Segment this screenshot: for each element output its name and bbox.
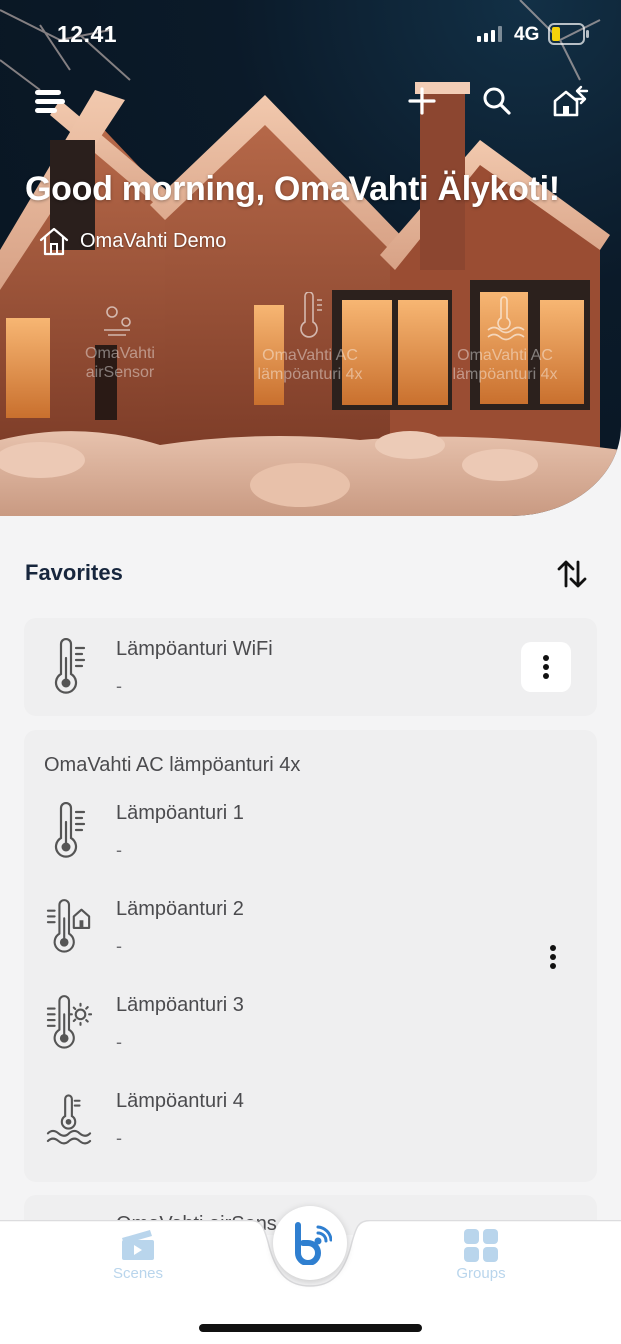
sort-icon[interactable] <box>554 558 590 590</box>
signal-icon <box>477 26 503 47</box>
favorites-title: Favorites <box>25 560 123 585</box>
groups-icon <box>464 1229 498 1262</box>
favorite-group-card[interactable]: OmaVahti AC lämpöanturi 4x Lämpöanturi 1… <box>24 730 597 1182</box>
home-switch-icon[interactable] <box>550 84 590 118</box>
thermometer-house-icon <box>46 898 92 954</box>
house-photo <box>0 0 621 516</box>
hero-banner: 12.41 4G Good morning, OmaVahti Älykoti!… <box>0 0 621 516</box>
overlay-sensor-airsensor[interactable]: OmaVahti airSensor <box>60 300 180 382</box>
overlay-sensor-label: OmaVahti AC lämpöanturi 4x <box>452 347 558 383</box>
sensor-value: - <box>116 1032 122 1052</box>
status-bar: 12.41 4G <box>0 0 621 70</box>
nav-groups[interactable]: Groups <box>421 1228 541 1282</box>
sensor-name: Lämpöanturi 4 <box>116 1090 244 1112</box>
home-name: OmaVahti Demo <box>80 229 227 252</box>
more-vertical-icon <box>543 655 549 679</box>
search-icon[interactable] <box>477 84 517 118</box>
battery-icon <box>548 23 590 50</box>
greeting-title: Good morning, OmaVahti Älykoti! <box>25 170 560 208</box>
sensor-name: Lämpöanturi 2 <box>116 898 244 920</box>
group-title: OmaVahti AC lämpöanturi 4x <box>44 754 301 776</box>
app-logo-icon <box>295 1222 332 1265</box>
air-sensor-icon <box>104 306 131 336</box>
home-selector[interactable]: OmaVahti Demo <box>38 225 226 257</box>
sensor-value: - <box>116 1128 122 1148</box>
thermometer-water-icon <box>487 296 525 341</box>
overlay-sensor-label: OmaVahti AC lämpöanturi 4x <box>257 347 363 383</box>
nav-scenes[interactable]: Scenes <box>78 1228 198 1282</box>
overlay-sensor-ac-2[interactable]: OmaVahti AC lämpöanturi 4x <box>440 296 570 384</box>
status-time: 12.41 <box>57 21 118 47</box>
more-options-button[interactable] <box>540 940 566 974</box>
thermometer-sun-icon <box>46 994 92 1050</box>
sensor-value: - <box>116 936 122 956</box>
overlay-sensor-label: OmaVahti airSensor <box>85 345 155 381</box>
thermometer-icon <box>46 638 92 694</box>
sensor-name: Lämpöanturi 1 <box>116 802 244 824</box>
thermometer-water-icon <box>46 1090 92 1146</box>
thermometer-icon <box>300 292 322 338</box>
home-indicator[interactable] <box>199 1324 422 1332</box>
more-options-button[interactable] <box>521 642 571 692</box>
thermometer-icon <box>46 802 92 858</box>
sensor-name: Lämpöanturi 3 <box>116 994 244 1016</box>
nav-scenes-label: Scenes <box>112 1265 164 1282</box>
home-hub-button[interactable] <box>273 1206 347 1280</box>
menu-icon[interactable] <box>29 84 69 118</box>
home-icon <box>39 227 69 256</box>
scenes-icon <box>122 1230 154 1260</box>
favorite-device-card[interactable]: Lämpöanturi WiFi - <box>24 618 597 716</box>
network-type: 4G <box>514 24 540 45</box>
add-icon[interactable] <box>402 84 442 118</box>
more-vertical-icon <box>550 945 556 969</box>
nav-groups-label: Groups <box>456 1265 506 1282</box>
overlay-sensor-ac-1[interactable]: OmaVahti AC lämpöanturi 4x <box>245 292 375 384</box>
device-name: Lämpöanturi WiFi <box>116 638 273 660</box>
sensor-value: - <box>116 840 122 860</box>
device-value: - <box>116 676 122 696</box>
